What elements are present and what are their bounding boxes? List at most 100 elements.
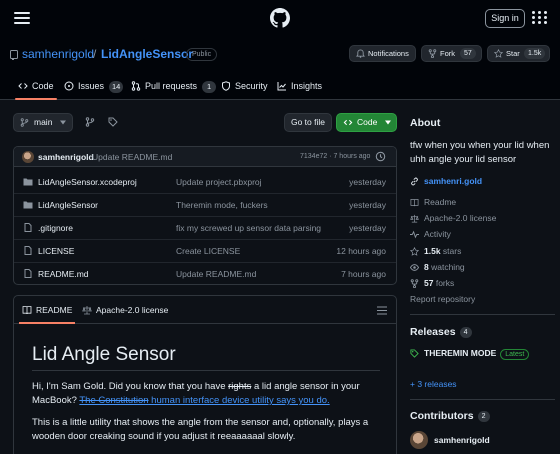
commit-message-link[interactable]: Update README.md [92, 152, 172, 162]
watching-link[interactable]: 8 watching [410, 261, 465, 274]
branch-select[interactable]: main [13, 113, 73, 132]
tab-issues[interactable]: Issues 14 [64, 72, 124, 100]
more-menu-icon[interactable] [532, 11, 548, 25]
readme-title: Lid Angle Sensor [32, 344, 176, 365]
file-date: yesterday [349, 177, 386, 187]
struck-text: rights [228, 381, 252, 392]
repo-separator: / [93, 47, 97, 61]
file-name[interactable]: .gitignore [38, 223, 73, 233]
file-commit-message[interactable]: Update README.md [176, 269, 256, 279]
divider [410, 399, 555, 400]
file-commit-message[interactable]: fix my screwed up sensor data parsing [176, 223, 321, 233]
releases-heading[interactable]: Releases 4 [410, 326, 472, 338]
website-link[interactable]: samhenri.gold [410, 175, 482, 188]
table-row[interactable]: LidAngleSensor Theremin mode, fuckers ye… [14, 194, 396, 217]
latest-badge: Latest [500, 349, 530, 360]
law-icon [410, 214, 419, 223]
contributors-count: 2 [477, 410, 490, 422]
file-name[interactable]: LidAngleSensor.xcodeproj [38, 177, 137, 187]
about-heading: About [410, 117, 441, 129]
avatar[interactable] [410, 431, 428, 449]
tab-insights[interactable]: Insights [277, 72, 322, 100]
repo-name-link[interactable]: LidAngleSensor [101, 47, 193, 61]
divider [32, 370, 380, 371]
file-date: 12 hours ago [336, 246, 386, 256]
tag-icon [410, 349, 419, 358]
contributors-heading[interactable]: Contributors 2 [410, 410, 490, 422]
folder-icon [23, 201, 33, 209]
issue-icon [64, 81, 74, 91]
tab-label: Issues [78, 81, 105, 91]
readme-tabs: README Apache-2.0 license [14, 296, 396, 324]
tab-label: README [36, 305, 73, 315]
github-logo-icon[interactable] [270, 8, 290, 28]
file-date: yesterday [349, 223, 386, 233]
shield-icon [222, 81, 230, 91]
code-dropdown-button[interactable]: Code [336, 113, 397, 132]
activity-link[interactable]: Activity [410, 228, 451, 241]
star-count: 1.5k [524, 48, 546, 59]
table-row[interactable]: LICENSE Create LICENSE 12 hours ago [14, 240, 396, 263]
star-button[interactable]: Star 1.5k [487, 45, 550, 62]
report-repository-link[interactable]: Report repository [410, 294, 475, 304]
readme-link[interactable]: The Constitution human interface device … [79, 395, 329, 406]
repo-description: tfw when you when your lid when uhh angl… [410, 140, 550, 165]
tab-security[interactable]: Security [221, 72, 268, 100]
contributor-link[interactable]: samhenrigold [434, 435, 490, 445]
book-icon [22, 306, 32, 315]
more-releases-link[interactable]: + 3 releases [410, 379, 457, 389]
readme-paragraph: This is a little utility that shows the … [32, 417, 369, 442]
notifications-button[interactable]: Notifications [349, 45, 416, 62]
table-row[interactable]: LidAngleSensor.xcodeproj Update project.… [14, 171, 396, 194]
link-icon [411, 177, 418, 186]
file-commit-message[interactable]: Update project.pbxproj [176, 177, 262, 187]
caret-down-icon [385, 120, 391, 125]
file-name[interactable]: LidAngleSensor [38, 200, 98, 210]
latest-release-link[interactable]: THEREMIN MODE Latest [410, 347, 530, 360]
tab-count: 14 [109, 81, 124, 93]
forks-link[interactable]: 57 forks [410, 277, 454, 290]
outline-list-icon[interactable] [377, 306, 387, 315]
history-icon[interactable] [375, 151, 386, 162]
file-commit-message[interactable]: Theremin mode, fuckers [176, 200, 268, 210]
tab-code[interactable]: Code [15, 72, 56, 100]
readme-link[interactable]: Readme [410, 196, 456, 209]
fork-count: 57 [460, 48, 476, 59]
tab-pull-requests[interactable]: Pull requests 1 [131, 72, 217, 100]
file-icon [24, 223, 32, 232]
pull-request-icon [131, 81, 141, 91]
file-name[interactable]: README.md [38, 269, 89, 279]
releases-count: 4 [459, 326, 472, 338]
commit-meta[interactable]: 7134e72 · 7 hours ago [300, 153, 370, 160]
repo-icon [10, 50, 18, 60]
star-icon [494, 49, 503, 58]
divider [410, 314, 555, 315]
fork-button[interactable]: Fork 57 [421, 45, 482, 62]
code-icon [343, 119, 353, 126]
sign-in-button[interactable]: Sign in [485, 9, 525, 28]
file-commit-message[interactable]: Create LICENSE [176, 246, 240, 256]
table-row[interactable]: .gitignore fix my screwed up sensor data… [14, 217, 396, 240]
hamburger-menu-icon[interactable] [14, 12, 30, 24]
commit-author-link[interactable]: samhenrigold [38, 152, 94, 162]
star-icon [410, 247, 419, 256]
stars-link[interactable]: 1.5k stars [410, 245, 461, 258]
file-name[interactable]: LICENSE [38, 246, 74, 256]
law-icon [82, 306, 92, 315]
latest-commit-row: samhenrigold Update README.md 7134e72 · … [14, 147, 396, 167]
go-to-file-button[interactable]: Go to file [284, 113, 332, 132]
book-icon [410, 198, 419, 207]
license-link[interactable]: Apache-2.0 license [410, 212, 496, 225]
tab-label: Insights [291, 81, 323, 91]
branches-icon[interactable] [85, 117, 95, 127]
file-icon [24, 246, 32, 255]
fork-icon [428, 49, 437, 58]
table-row[interactable]: README.md Update README.md 7 hours ago [14, 263, 396, 284]
repo-owner-link[interactable]: samhenrigold [22, 47, 94, 61]
tab-readme[interactable]: README [18, 296, 76, 324]
branch-icon [20, 118, 29, 127]
graph-icon [277, 82, 286, 91]
tab-label: Apache-2.0 license [96, 305, 169, 315]
tag-icon[interactable] [108, 117, 118, 127]
tab-license[interactable]: Apache-2.0 license [82, 296, 168, 324]
